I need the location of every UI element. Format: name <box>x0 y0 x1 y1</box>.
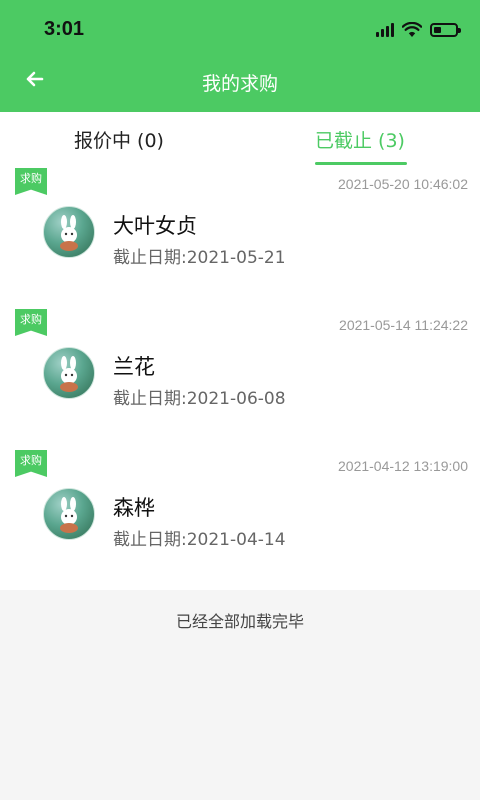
bunny-avatar-icon <box>60 356 78 392</box>
item-timestamp: 2021-05-20 10:46:02 <box>338 176 468 192</box>
battery-icon <box>430 23 461 37</box>
status-time: 3:01 <box>44 18 85 40</box>
item-name: 森桦 <box>113 496 155 520</box>
item-name: 兰花 <box>113 355 155 379</box>
list-item[interactable]: 求购 2021-05-14 11:24:22 兰花 截止日期:2021-06-0… <box>0 307 480 448</box>
page-title: 我的求购 <box>201 73 278 95</box>
avatar <box>43 347 95 399</box>
tab-closed[interactable]: 已截止 (3) <box>315 126 405 153</box>
signal-icon <box>376 23 394 37</box>
item-deadline: 截止日期:2021-05-21 <box>113 248 286 268</box>
request-tag: 求购 <box>15 450 47 477</box>
status-bar: 3:01 <box>0 0 480 60</box>
avatar <box>43 206 95 258</box>
load-complete-text: 已经全部加载完毕 <box>175 612 304 631</box>
tab-bar: 报价中 (0) 已截止 (3) <box>0 112 480 166</box>
tab-quoting[interactable]: 报价中 (0) <box>74 126 164 153</box>
item-deadline: 截止日期:2021-06-08 <box>113 389 286 409</box>
tab-active-indicator <box>315 162 407 165</box>
list-footer: 已经全部加载完毕 <box>0 590 480 800</box>
request-list: 求购 2021-05-20 10:46:02 大叶女贞 截止日期:2021-05… <box>0 166 480 590</box>
item-name: 大叶女贞 <box>113 214 197 238</box>
request-tag: 求购 <box>15 168 47 195</box>
bunny-avatar-icon <box>60 215 78 251</box>
status-icons <box>376 20 461 40</box>
nav-bar: 我的求购 <box>0 60 480 112</box>
request-tag: 求购 <box>15 309 47 336</box>
item-timestamp: 2021-04-12 13:19:00 <box>338 458 468 474</box>
wifi-icon <box>402 22 422 37</box>
bunny-avatar-icon <box>60 497 78 533</box>
list-item[interactable]: 求购 2021-05-20 10:46:02 大叶女贞 截止日期:2021-05… <box>0 166 480 307</box>
list-item[interactable]: 求购 2021-04-12 13:19:00 森桦 截止日期:2021-04-1… <box>0 448 480 589</box>
item-timestamp: 2021-05-14 11:24:22 <box>339 317 468 333</box>
item-deadline: 截止日期:2021-04-14 <box>113 530 286 550</box>
avatar <box>43 488 95 540</box>
